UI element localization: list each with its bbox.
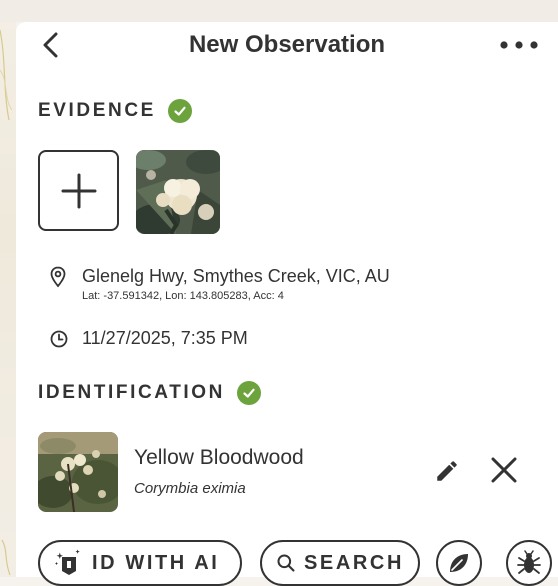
add-evidence-button[interactable] <box>38 150 119 231</box>
check-icon <box>236 381 261 405</box>
edit-identification-button[interactable] <box>430 454 464 488</box>
evidence-photo[interactable] <box>136 150 220 234</box>
pencil-icon <box>437 461 457 481</box>
identification-title: IDENTIFICATION <box>38 382 225 403</box>
evidence-title: EVIDENCE <box>38 100 156 121</box>
search-label: SEARCH <box>303 551 404 574</box>
plant-filter-button[interactable] <box>436 540 482 586</box>
plus-icon <box>61 173 96 208</box>
observation-card: New Observation EVIDENCE Glenelg Hwy, Sm… <box>16 22 558 586</box>
leaf-icon <box>450 554 468 572</box>
location-name: Glenelg Hwy, Smythes Creek, VIC, AU <box>82 266 390 286</box>
background-strip <box>0 0 16 577</box>
more-options-button[interactable] <box>496 28 542 62</box>
taxon-photo[interactable] <box>38 432 118 512</box>
page-title: New Observation <box>188 31 386 58</box>
header: New Observation <box>16 22 558 70</box>
id-with-ai-button[interactable]: ID WITH AI <box>38 540 242 586</box>
clock-icon <box>50 330 68 348</box>
id-with-ai-label: ID WITH AI <box>92 551 220 574</box>
location-coordinates: Lat: -37.591342, Lon: 143.805283, Acc: 4 <box>82 290 284 302</box>
more-icon <box>500 41 538 49</box>
search-button[interactable]: SEARCH <box>260 540 420 586</box>
top-band <box>0 0 558 22</box>
evidence-section-title: EVIDENCE <box>38 99 192 123</box>
close-icon <box>491 457 517 483</box>
taxon-scientific-name: Corymbia eximia <box>134 480 246 497</box>
ai-sparkle-icon <box>55 549 80 575</box>
insect-icon <box>517 550 541 574</box>
remove-identification-button[interactable] <box>486 452 522 488</box>
identification-section-title: IDENTIFICATION <box>38 381 261 405</box>
taxon-common-name: Yellow Bloodwood <box>134 446 304 469</box>
check-icon <box>167 99 192 123</box>
observation-datetime: 11/27/2025, 7:35 PM <box>82 328 248 348</box>
location-pin-icon <box>50 266 66 288</box>
search-icon <box>277 554 295 572</box>
insect-filter-button[interactable] <box>506 540 552 586</box>
